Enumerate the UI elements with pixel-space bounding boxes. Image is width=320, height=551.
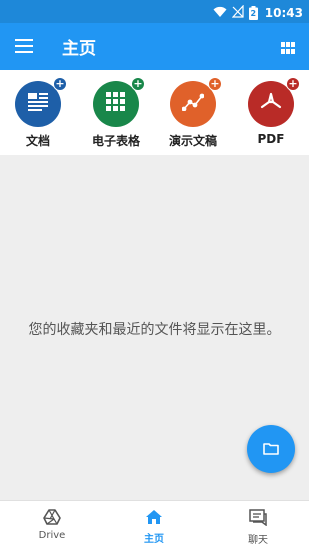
plus-badge: + bbox=[131, 77, 145, 91]
menu-icon[interactable] bbox=[15, 38, 33, 57]
plus-icon: + bbox=[54, 77, 66, 90]
create-pdf-button[interactable]: + PDF bbox=[236, 77, 306, 146]
pdf-circle: + bbox=[248, 77, 300, 127]
plus-icon: + bbox=[287, 77, 299, 90]
pdf-icon bbox=[260, 92, 282, 116]
bottom-navigation: Drive 主页 聊天 bbox=[0, 500, 309, 551]
nav-drive-label: Drive bbox=[38, 530, 66, 541]
create-document-label: 文档 bbox=[25, 134, 50, 148]
plus-icon: + bbox=[132, 77, 144, 90]
no-signal-icon bbox=[231, 3, 244, 22]
nav-drive[interactable]: Drive bbox=[12, 509, 92, 541]
presentation-circle: + bbox=[170, 77, 222, 127]
open-folder-button[interactable] bbox=[247, 425, 295, 473]
status-bar: 2 10:43 bbox=[0, 0, 309, 23]
battery-level: 2 bbox=[250, 8, 257, 18]
plus-badge: + bbox=[53, 77, 67, 91]
plus-badge: + bbox=[286, 77, 300, 91]
grid-view-icon[interactable] bbox=[281, 39, 295, 58]
create-document-button[interactable]: + 文档 bbox=[3, 77, 73, 149]
status-time: 10:43 bbox=[264, 5, 303, 20]
create-spreadsheet-label: 电子表格 bbox=[91, 134, 140, 148]
nav-chat[interactable]: 聊天 bbox=[218, 509, 298, 546]
presentation-icon bbox=[181, 93, 205, 115]
create-presentation-label: 演示文稿 bbox=[168, 134, 217, 148]
plus-badge: + bbox=[208, 77, 222, 91]
drive-icon bbox=[43, 509, 61, 529]
page-title: 主页 bbox=[62, 39, 96, 59]
nav-home[interactable]: 主页 bbox=[114, 509, 194, 545]
spreadsheet-circle: + bbox=[93, 77, 145, 127]
spreadsheet-icon bbox=[106, 92, 126, 116]
document-icon bbox=[28, 93, 48, 115]
create-pdf-label: PDF bbox=[257, 132, 285, 146]
create-spreadsheet-button[interactable]: + 电子表格 bbox=[81, 77, 151, 149]
folder-icon bbox=[263, 440, 279, 459]
nav-chat-label: 聊天 bbox=[248, 535, 268, 546]
plus-icon: + bbox=[209, 77, 221, 90]
wifi-icon bbox=[213, 3, 227, 22]
home-icon bbox=[145, 510, 163, 529]
battery-icon: 2 bbox=[248, 5, 258, 20]
document-circle: + bbox=[15, 77, 67, 127]
quick-create-row: + 文档 + 电子表格 + 演示文稿 + PDF bbox=[0, 70, 309, 155]
nav-home-label: 主页 bbox=[144, 534, 164, 545]
empty-state-message: 您的收藏夹和最近的文件将显示在这里。 bbox=[28, 322, 281, 338]
chat-icon bbox=[249, 509, 267, 530]
create-presentation-button[interactable]: + 演示文稿 bbox=[158, 77, 228, 149]
status-icons: 2 10:43 bbox=[213, 3, 303, 22]
app-bar: 主页 bbox=[0, 23, 309, 70]
